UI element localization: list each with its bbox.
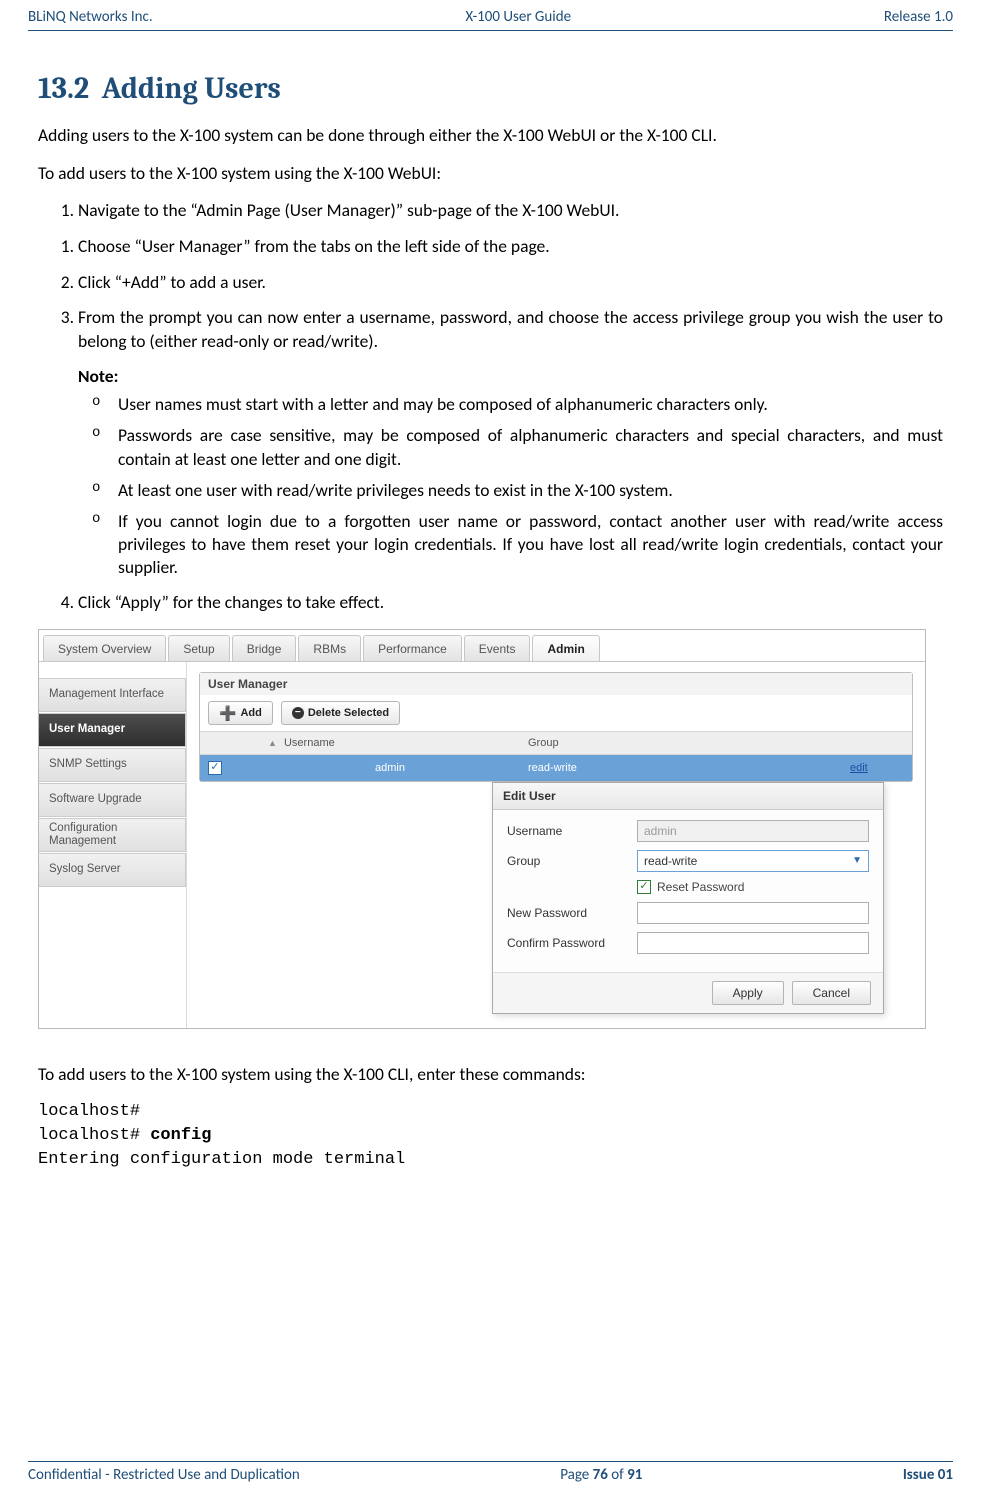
note-item: Passwords are case sensitive, may be com… [118,424,943,470]
section-heading: 13.2 Adding Users [38,71,943,106]
note-label: Note: [78,365,943,387]
table-row[interactable]: ✓ admin read-write edit [200,755,912,781]
row-checkbox[interactable]: ✓ [208,761,222,775]
tab-events[interactable]: Events [464,635,531,661]
label-new-password: New Password [507,906,637,920]
page-header: BLiNQ Networks Inc. X-100 User Guide Rel… [28,0,953,31]
cancel-button[interactable]: Cancel [792,981,871,1005]
top-tab-bar: System Overview Setup Bridge RBMs Perfor… [39,630,925,662]
side-tabs: Management Interface User Manager SNMP S… [39,662,187,1028]
webui-steps-list: Navigate to the “Admin Page (User Manage… [78,199,943,223]
webui-steps-list-tail: Click “Apply” for the changes to take ef… [78,591,943,615]
sidebar-item-user-manager[interactable]: User Manager [39,713,186,747]
notes-list: User names must start with a letter and … [118,393,943,579]
label-group: Group [507,854,637,868]
step-item: Navigate to the “Admin Page (User Manage… [78,199,943,223]
webui-steps-list-cont: Choose “User Manager” from the tabs on t… [78,235,943,354]
th-username[interactable]: ▲ Username [260,732,520,754]
note-item: User names must start with a letter and … [118,393,943,416]
th-checkbox [200,732,260,754]
cli-line: localhost# config [38,1126,211,1145]
main-pane: User Manager ➕ Add − Delete Selected [187,662,925,1028]
tab-bridge[interactable]: Bridge [232,635,297,661]
header-right: Release 1.0 [884,8,953,26]
th-actions [842,732,912,754]
section-number: 13.2 [38,71,89,106]
group-select[interactable]: read-write ▼ [637,850,869,872]
delete-selected-label: Delete Selected [308,707,389,719]
label-confirm-password: Confirm Password [507,936,637,950]
tab-performance[interactable]: Performance [363,635,462,661]
cli-line: Entering configuration mode terminal [38,1150,405,1169]
sidebar-item-software-upgrade[interactable]: Software Upgrade [39,783,186,817]
delete-selected-button[interactable]: − Delete Selected [281,701,400,725]
page-footer: Confidential - Restricted Use and Duplic… [28,1461,953,1484]
page-content: 13.2 Adding Users Adding users to the X-… [28,71,953,1172]
label-reset-password: Reset Password [657,880,744,894]
note-item: If you cannot login due to a forgotten u… [118,510,943,579]
sidebar-item-configuration-management[interactable]: Configuration Management [39,818,186,852]
note-item: At least one user with read/write privil… [118,479,943,502]
embedded-webui-screenshot: System Overview Setup Bridge RBMs Perfor… [38,629,926,1029]
cli-block: localhost# localhost# config Entering co… [38,1100,943,1171]
footer-right: Issue 01 [903,1466,953,1484]
reset-password-checkbox[interactable]: ✓ [637,880,651,894]
webui-lead-paragraph: To add users to the X-100 system using t… [38,162,943,186]
row-username: admin [260,756,520,780]
username-field[interactable] [637,820,869,842]
sort-asc-icon: ▲ [268,738,277,748]
label-username: Username [507,824,637,838]
apply-button[interactable]: Apply [712,981,784,1005]
add-button-label: Add [240,707,261,719]
dialog-title: Edit User [493,783,883,810]
panel-title: User Manager [200,673,912,695]
confirm-password-field[interactable] [637,932,869,954]
group-select-value: read-write [644,854,697,868]
row-group: read-write [520,756,842,780]
plus-icon: ➕ [219,706,236,720]
edit-user-dialog: Edit User Username Group read-write ▼ [492,782,884,1014]
footer-left: Confidential - Restricted Use and Duplic… [28,1466,300,1484]
tab-system-overview[interactable]: System Overview [43,635,166,661]
dialog-body: Username Group read-write ▼ [493,810,883,972]
intro-paragraph: Adding users to the X-100 system can be … [38,124,943,148]
footer-page: Page 76 of 91 [560,1466,642,1484]
new-password-field[interactable] [637,902,869,924]
step-item: Choose “User Manager” from the tabs on t… [78,235,943,259]
ui-body: Management Interface User Manager SNMP S… [39,662,925,1028]
header-left: BLiNQ Networks Inc. [28,8,153,26]
minus-icon: − [292,707,304,719]
th-username-label: Username [284,737,335,749]
th-group[interactable]: Group [520,732,842,754]
table-header: ▲ Username Group [200,731,912,755]
sidebar-item-syslog-server[interactable]: Syslog Server [39,853,186,887]
step-item: Click “Apply” for the changes to take ef… [78,591,943,615]
tab-admin[interactable]: Admin [532,635,599,661]
section-title: Adding Users [102,71,281,106]
tab-setup[interactable]: Setup [168,635,229,661]
dialog-button-row: Apply Cancel [493,972,883,1013]
step-item: Click “+Add” to add a user. [78,271,943,295]
add-button[interactable]: ➕ Add [208,701,273,725]
sidebar-item-snmp-settings[interactable]: SNMP Settings [39,748,186,782]
row-edit-link[interactable]: edit [850,762,868,774]
cli-line: localhost# [38,1102,140,1121]
cli-lead-paragraph: To add users to the X-100 system using t… [38,1063,943,1087]
panel-button-row: ➕ Add − Delete Selected [200,695,912,731]
header-center: X-100 User Guide [465,8,571,26]
sidebar-item-management-interface[interactable]: Management Interface [39,678,186,712]
tab-rbms[interactable]: RBMs [298,635,361,661]
user-manager-panel: User Manager ➕ Add − Delete Selected [199,672,913,782]
chevron-down-icon: ▼ [852,855,862,866]
step-item: From the prompt you can now enter a user… [78,306,943,353]
